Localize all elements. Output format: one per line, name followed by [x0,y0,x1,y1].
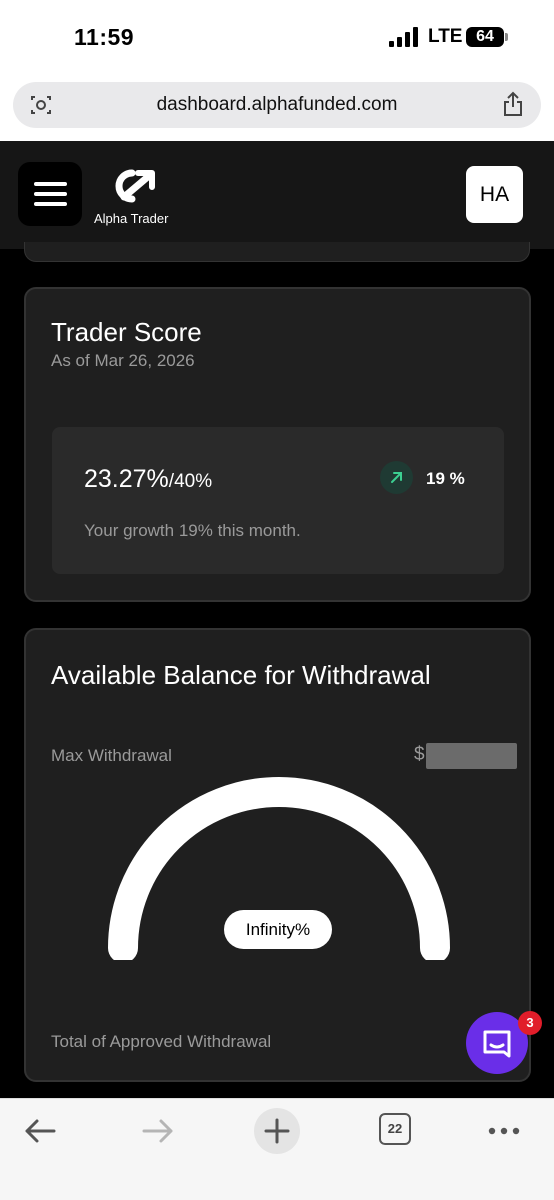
battery-indicator: 64 [466,27,508,47]
back-arrow-icon[interactable] [20,1111,60,1151]
score-value: 23.27%/40% [84,465,212,494]
brand-logo[interactable]: Alpha Trader [92,167,182,227]
trend-value: 19 % [426,469,465,488]
score-panel: 23.27%/40% 19 % Your growth 19% this mon… [52,427,504,574]
masked-amount [426,743,517,769]
hamburger-icon [34,192,67,196]
more-icon[interactable] [484,1111,524,1151]
approved-withdrawal-label: Total of Approved Withdrawal [51,1032,272,1051]
trader-score-title: Trader Score [51,317,202,347]
balance-title: Available Balance for Withdrawal [51,660,431,690]
tabs-button[interactable]: 22 [379,1113,411,1145]
avatar[interactable]: HA [466,166,523,223]
trader-score-date: As of Mar 26, 2026 [51,351,195,370]
menu-button[interactable] [18,162,82,226]
browser-address-area: dashboard.alphafunded.com [0,70,554,141]
browser-toolbar: 22 [0,1098,554,1200]
hamburger-icon [34,182,67,186]
trader-score-card: Trader Score As of Mar 26, 2026 23.27%/4… [24,287,531,602]
status-bar: 11:59 LTE 64 [0,0,554,70]
url-text[interactable]: dashboard.alphafunded.com [13,94,541,116]
arrow-up-right-icon [391,472,402,483]
brand-name: Alpha Trader [94,211,169,226]
app-header: Alpha Trader HA [0,141,554,249]
withdrawal-balance-card: Available Balance for Withdrawal Max Wit… [24,628,531,1082]
trend-badge [380,461,413,494]
forward-arrow-icon[interactable] [138,1111,178,1151]
plus-icon[interactable] [253,1107,301,1155]
alpha-logo-icon [115,169,155,203]
network-type: LTE [428,26,463,47]
share-icon[interactable] [501,91,525,117]
signal-icon [389,27,418,47]
chat-notification-badge: 3 [518,1011,542,1035]
hamburger-icon [34,202,67,206]
score-target: /40% [168,471,213,492]
gauge-percentage: Infinity% [224,910,332,949]
score-current: 23.27% [84,465,169,493]
previous-card-edge [24,242,530,262]
status-time: 11:59 [74,24,135,50]
currency-symbol: $ [414,744,425,765]
growth-text: Your growth 19% this month. [84,521,301,540]
url-bar[interactable]: dashboard.alphafunded.com [13,82,541,128]
max-withdrawal-label: Max Withdrawal [51,746,172,765]
